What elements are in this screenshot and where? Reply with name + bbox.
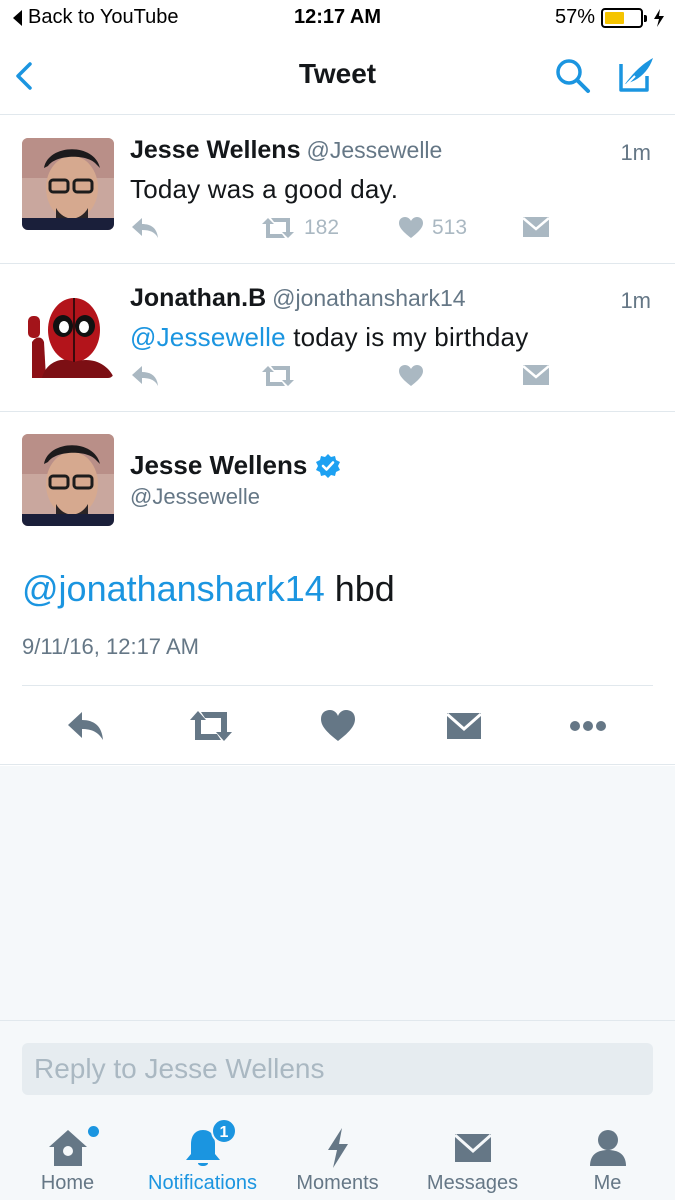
reply-bar (0, 1020, 675, 1100)
home-icon (48, 1130, 87, 1166)
focused-tweet-text: @jonathanshark14 hbd (22, 568, 395, 610)
divider (22, 685, 653, 686)
reply-icon[interactable] (66, 708, 106, 744)
status-bar: Back to YouTube 12:17 AM 57% (0, 0, 675, 38)
heart-icon (399, 365, 423, 386)
lightning-icon (327, 1128, 348, 1168)
battery-icon (601, 7, 647, 28)
heart-icon (399, 217, 423, 238)
search-icon[interactable] (553, 56, 593, 96)
reply-button[interactable] (130, 364, 160, 388)
tweet-item[interactable]: Jonathan.B @jonathanshark14 1m @Jessewell… (0, 264, 675, 412)
retweet-icon[interactable] (188, 708, 234, 744)
author-name: Jesse Wellens (130, 136, 301, 164)
tab-home[interactable]: Home (0, 1100, 135, 1200)
tab-label: Notifications (148, 1172, 257, 1194)
tab-label: Home (40, 1172, 95, 1194)
retweet-icon (262, 218, 294, 238)
retweet-button[interactable] (260, 364, 304, 388)
more-options-icon[interactable] (568, 708, 608, 744)
battery-status: 57% (555, 6, 665, 29)
mention-link[interactable]: @Jessewelle (130, 322, 286, 352)
battery-percent: 57% (554, 6, 595, 28)
reply-icon (132, 218, 158, 238)
person-icon (589, 1130, 626, 1166)
compose-icon[interactable] (615, 54, 657, 96)
tweet-body: today is my birthday (285, 322, 529, 352)
verified-badge-icon (316, 453, 341, 478)
tab-label: Me (593, 1172, 622, 1194)
tab-notifications[interactable]: 1 Notifications (135, 1100, 270, 1200)
author-handle: @Jessewelle (306, 137, 443, 163)
tweet-timestamp: 9/11/16, 12:17 AM (22, 634, 199, 659)
retweet-icon (262, 366, 294, 386)
new-content-dot (88, 1126, 99, 1137)
tweet-actions (130, 364, 570, 398)
nav-bar: Tweet (0, 38, 675, 115)
tweet-text: Today was a good day. (130, 174, 399, 204)
like-button[interactable]: 513 (398, 216, 467, 240)
tweet-author[interactable]: Jesse Wellens @Jessewelle (130, 136, 442, 165)
tab-messages[interactable]: Messages (405, 1100, 540, 1200)
avatar[interactable] (22, 138, 114, 230)
heart-icon[interactable] (318, 708, 358, 744)
charging-bolt-icon (654, 8, 664, 27)
dm-button[interactable] (522, 216, 550, 238)
avatar[interactable] (22, 286, 114, 378)
battery-fill (605, 11, 625, 24)
author-handle: @jonathanshark14 (272, 285, 466, 311)
like-count: 513 (432, 216, 468, 239)
mention-link[interactable]: @jonathanshark14 (22, 568, 325, 609)
author-name: Jesse Wellens (130, 450, 308, 480)
tweet-author[interactable]: Jonathan.B @jonathanshark14 (130, 284, 466, 313)
tweet-time: 1m (620, 140, 651, 165)
focused-tweet-actions (0, 690, 675, 765)
tweet-time: 1m (620, 288, 651, 313)
envelope-icon (453, 1133, 492, 1162)
envelope-icon (522, 365, 550, 385)
tab-bar: Home 1 Notifications Moments Messages Me (0, 1100, 675, 1200)
author-name: Jonathan.B (130, 284, 267, 312)
empty-space (0, 766, 675, 1020)
reply-icon (132, 366, 158, 386)
tweet-item[interactable]: Jesse Wellens @Jessewelle 1m Today was a … (0, 116, 675, 264)
retweet-count: 182 (304, 216, 340, 239)
focused-author-name[interactable]: Jesse Wellens (130, 450, 341, 481)
tweet-actions: 182 513 (130, 216, 570, 250)
reply-button[interactable] (130, 216, 160, 240)
tweet-body: hbd (324, 568, 395, 609)
envelope-icon (522, 217, 550, 237)
notification-badge: 1 (211, 1118, 237, 1144)
retweet-button[interactable]: 182 (260, 216, 339, 240)
avatar[interactable] (22, 434, 114, 526)
envelope-icon[interactable] (444, 708, 484, 744)
like-button[interactable] (398, 364, 432, 388)
tweet-text: @Jessewelle today is my birthday (130, 322, 528, 353)
tab-label: Messages (426, 1172, 519, 1194)
reply-input[interactable] (22, 1043, 653, 1095)
focused-author-handle: @Jessewelle (130, 484, 260, 509)
dm-button[interactable] (522, 364, 550, 386)
tab-label: Moments (296, 1172, 379, 1194)
tab-me[interactable]: Me (540, 1100, 675, 1200)
tab-moments[interactable]: Moments (270, 1100, 405, 1200)
